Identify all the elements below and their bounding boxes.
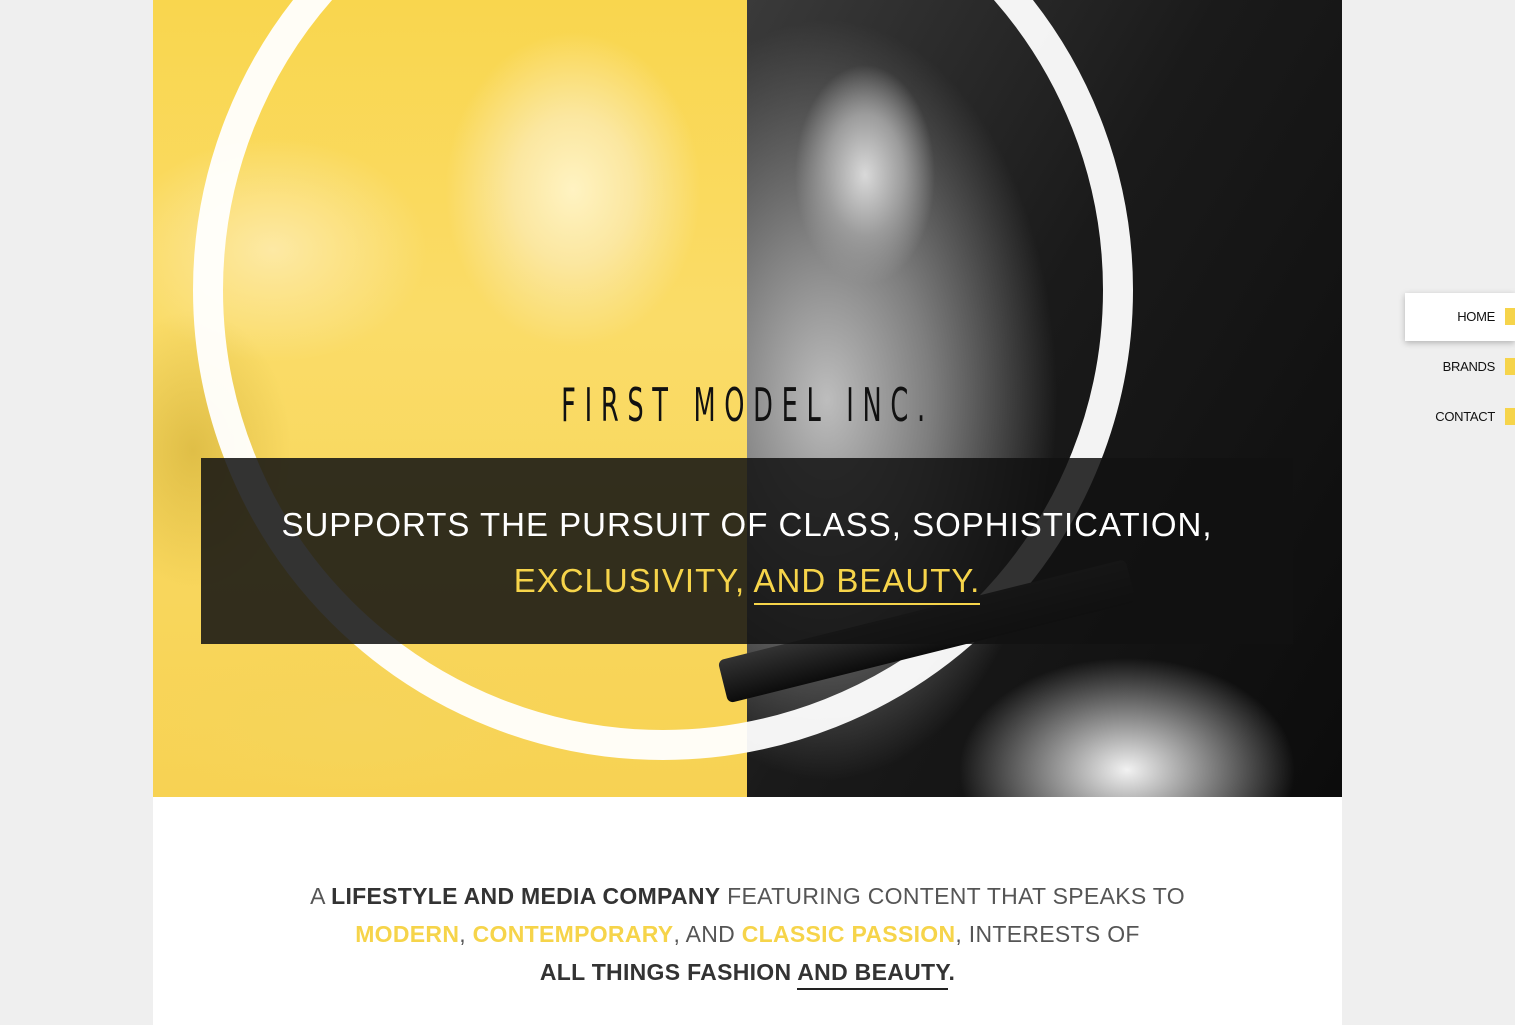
nav-item-home[interactable]: HOME [1405, 293, 1515, 341]
intro-and-beauty: AND BEAUTY [797, 959, 949, 990]
hero-section: FIRST MODEL INC. SUPPORTS THE PURSUIT OF… [153, 0, 1342, 797]
nav-item-brands[interactable]: BRANDS [1405, 343, 1515, 391]
nav-indicator [1505, 408, 1515, 425]
nav-item-label: CONTACT [1435, 409, 1495, 424]
intro-and: , AND [673, 921, 742, 947]
intro-all-things: ALL THINGS FASHION [539, 959, 798, 985]
hero-banner: SUPPORTS THE PURSUIT OF CLASS, SOPHISTIC… [201, 458, 1293, 644]
brand-title: FIRST MODEL INC. [561, 378, 934, 432]
nav-indicator [1505, 308, 1515, 325]
intro-lifestyle: LIFESTYLE AND MEDIA COMPANY [331, 883, 721, 909]
intro-comma: , [459, 921, 473, 947]
banner-exclusivity: EXCLUSIVITY, [513, 562, 754, 599]
intro-interests: , INTERESTS OF [955, 921, 1140, 947]
banner-line-1: SUPPORTS THE PURSUIT OF CLASS, SOPHISTIC… [281, 506, 1213, 543]
intro-contemporary: CONTEMPORARY [472, 921, 674, 947]
intro-a: A [310, 883, 332, 909]
nav-item-contact[interactable]: CONTACT [1405, 393, 1515, 441]
intro-text: A LIFESTYLE AND MEDIA COMPANY FEATURING … [153, 877, 1342, 991]
intro-modern: MODERN [355, 921, 460, 947]
nav-indicator [1505, 358, 1515, 375]
intro-classic-passion: CLASSIC PASSION [741, 921, 956, 947]
nav-item-label: HOME [1457, 309, 1495, 324]
intro-period: . [948, 959, 956, 985]
intro-featuring: FEATURING CONTENT THAT SPEAKS TO [720, 883, 1185, 909]
banner-line-2: EXCLUSIVITY, AND BEAUTY. [201, 562, 1293, 605]
nav-item-label: BRANDS [1442, 359, 1496, 374]
banner-and-beauty: AND BEAUTY. [753, 562, 981, 605]
side-nav: HOME BRANDS CONTACT [1405, 293, 1515, 443]
page-container: FIRST MODEL INC. SUPPORTS THE PURSUIT OF… [153, 0, 1342, 1025]
